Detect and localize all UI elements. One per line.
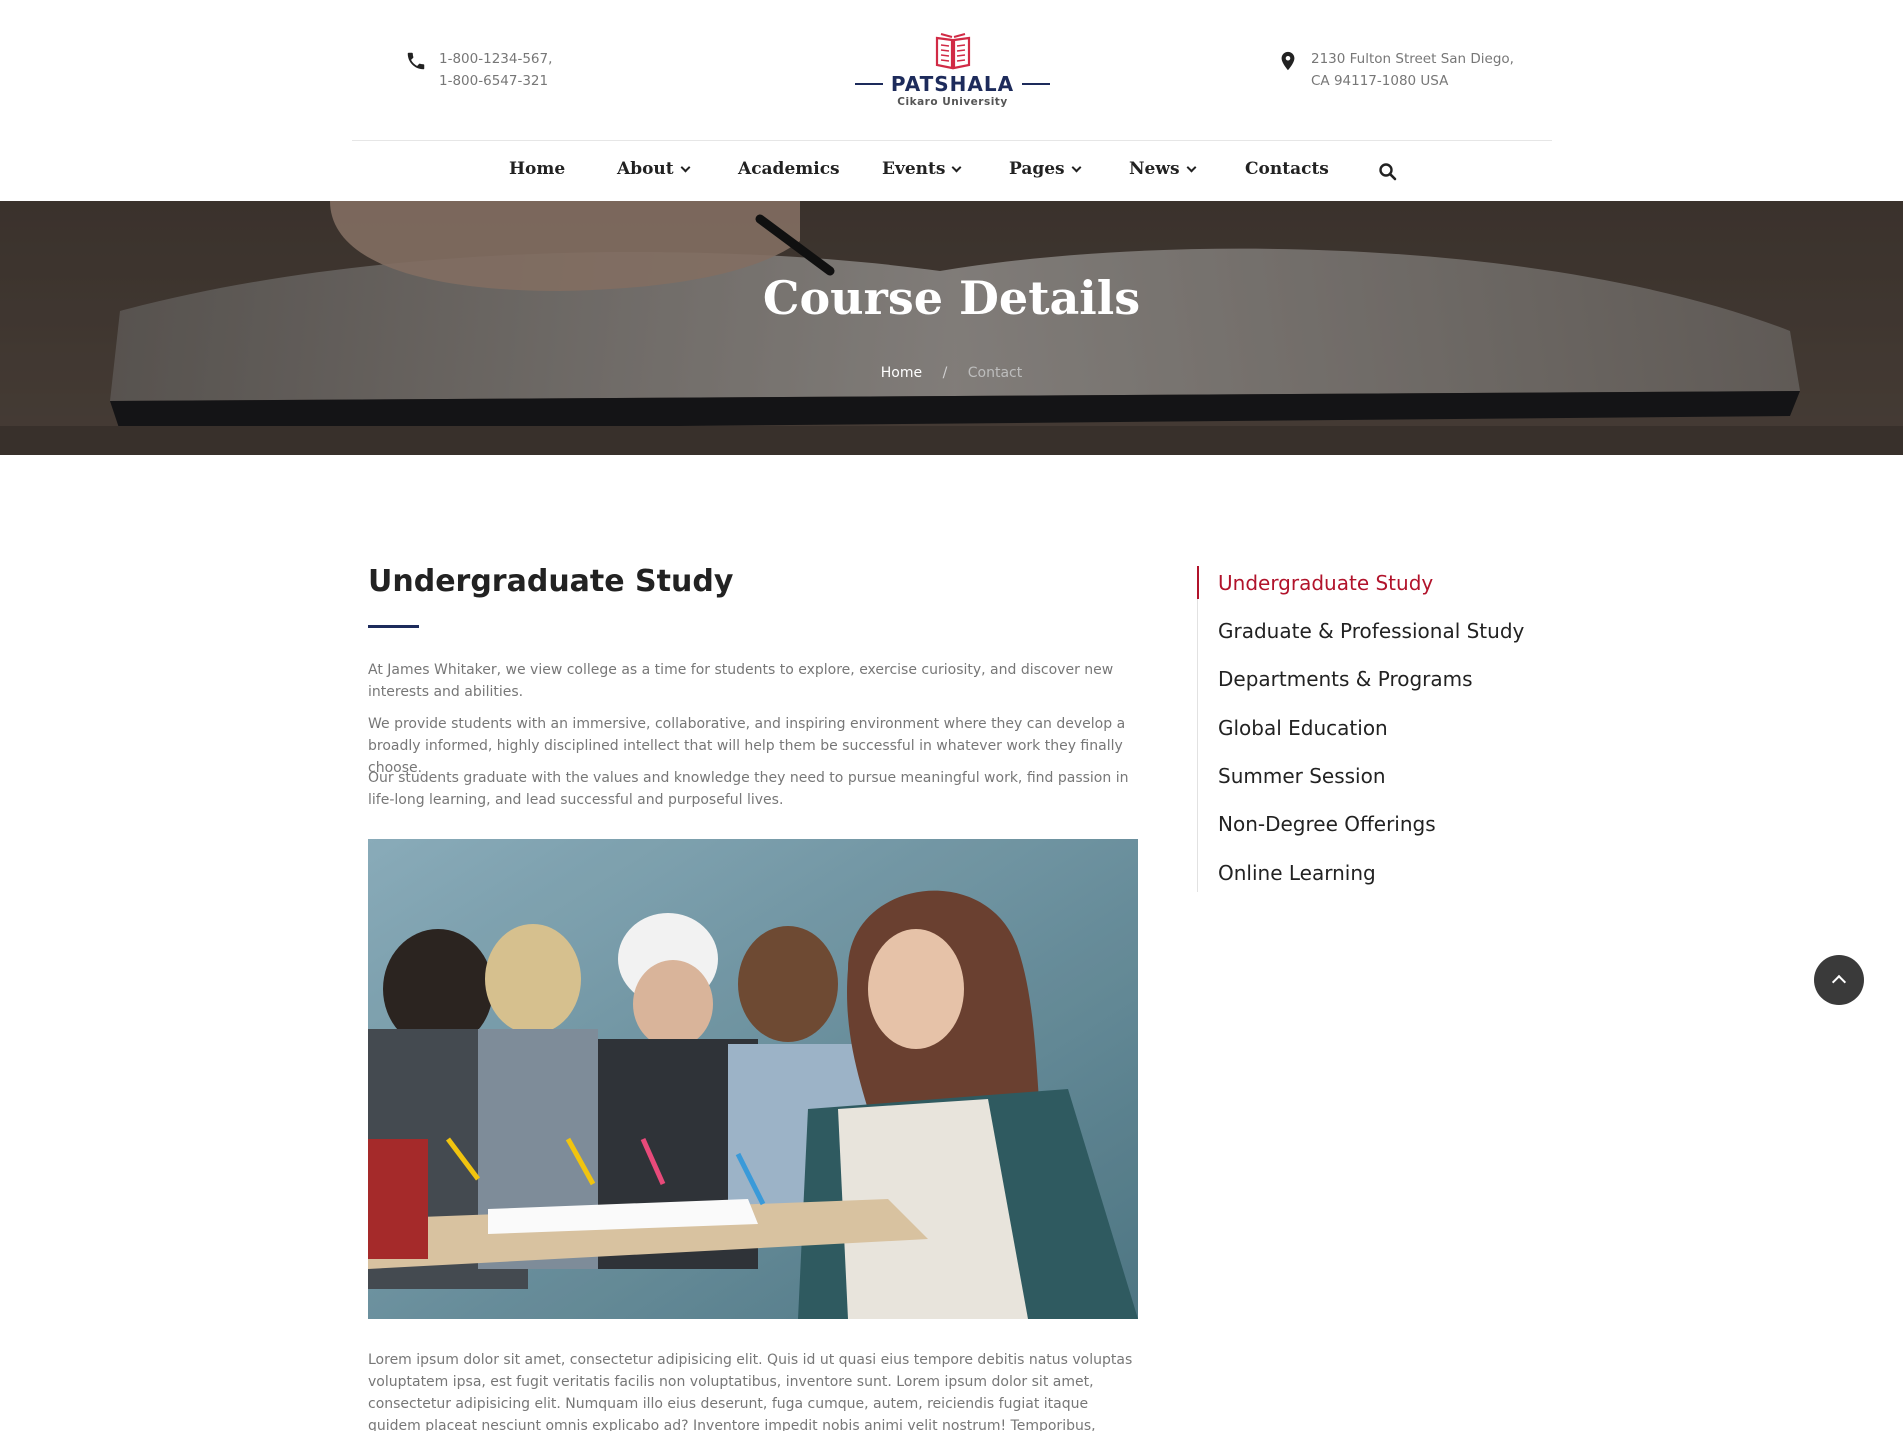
intro-paragraph-3: Our students graduate with the values an… xyxy=(368,770,1129,808)
nav-item-pages[interactable]: Pages xyxy=(1009,159,1082,179)
nav-label: Academics xyxy=(738,159,840,179)
nav-label: Home xyxy=(509,159,566,179)
main-nav: Home About Academics Events Pages News C… xyxy=(0,141,1903,201)
nav-item-events[interactable]: Events xyxy=(882,159,962,179)
search-icon[interactable] xyxy=(1378,162,1398,182)
logo-rule-left xyxy=(855,83,883,85)
sidebar-item-online-learning[interactable]: Online Learning xyxy=(1218,861,1376,885)
body-text: Lorem ipsum dolor sit amet, consectetur … xyxy=(368,1352,1133,1431)
header-address: 2130 Fulton Street San Diego, CA 94117-1… xyxy=(1277,48,1514,92)
chevron-down-icon xyxy=(680,162,691,172)
page-hero: Course Details Home / Contact xyxy=(0,201,1903,455)
breadcrumb: Home / Contact xyxy=(0,365,1903,381)
students-photo-illustration xyxy=(368,839,1138,1319)
sidebar-item-summer-session[interactable]: Summer Session xyxy=(1218,764,1386,788)
header: 1-800-1234-567, 1-800-6547-321 PATSHALA … xyxy=(0,0,1903,141)
logo-name: PATSHALA xyxy=(890,72,1015,96)
nav-item-news[interactable]: News xyxy=(1129,159,1197,179)
nav-item-home[interactable]: Home xyxy=(509,159,565,179)
phone-numbers: 1-800-1234-567, 1-800-6547-321 xyxy=(439,48,552,92)
address-text: 2130 Fulton Street San Diego, CA 94117-1… xyxy=(1311,48,1514,92)
breadcrumb-home-link[interactable]: Home xyxy=(881,365,922,381)
sidebar-item-graduate-professional-study[interactable]: Graduate & Professional Study xyxy=(1218,619,1524,643)
nav-label: News xyxy=(1129,159,1180,179)
chevron-down-icon xyxy=(1186,162,1197,172)
hero-overlay xyxy=(0,201,1903,455)
logo-rule-right xyxy=(1022,83,1050,85)
header-phone: 1-800-1234-567, 1-800-6547-321 xyxy=(405,48,552,92)
back-to-top-button[interactable] xyxy=(1814,955,1864,1005)
nav-item-about[interactable]: About xyxy=(617,159,691,179)
sidebar-item-undergraduate-study[interactable]: Undergraduate Study xyxy=(1218,571,1433,595)
phone-icon xyxy=(407,52,425,70)
title-underline xyxy=(368,625,419,628)
course-sidebar: Undergraduate Study Graduate & Professio… xyxy=(1197,566,1597,892)
sidebar-item-departments-programs[interactable]: Departments & Programs xyxy=(1218,667,1473,691)
logo-wordmark: PATSHALA xyxy=(855,72,1050,96)
logo-tagline: Cikaro University xyxy=(897,96,1008,108)
site-logo[interactable]: PATSHALA Cikaro University xyxy=(855,30,1050,114)
address-line-1: 2130 Fulton Street San Diego, xyxy=(1311,51,1514,67)
phone-line-1: 1-800-1234-567, xyxy=(439,51,553,67)
nav-label: Contacts xyxy=(1245,159,1329,179)
sidebar-item-global-education[interactable]: Global Education xyxy=(1218,716,1388,740)
sidebar-active-indicator xyxy=(1197,566,1199,599)
nav-label: Pages xyxy=(1009,159,1065,179)
chevron-up-icon xyxy=(1831,974,1847,990)
breadcrumb-current: Contact xyxy=(967,365,1023,381)
students-photo xyxy=(368,839,1138,1319)
section-title: Undergraduate Study xyxy=(368,564,734,599)
nav-label: Events xyxy=(882,159,946,179)
page-title: Course Details xyxy=(762,271,1141,325)
breadcrumb-separator: / xyxy=(942,365,948,381)
chevron-down-icon xyxy=(951,162,962,172)
nav-label: About xyxy=(617,159,674,179)
open-book-icon xyxy=(935,33,970,70)
sidebar-item-non-degree-offerings[interactable]: Non-Degree Offerings xyxy=(1218,812,1436,836)
map-pin-icon xyxy=(1281,51,1295,71)
chevron-down-icon xyxy=(1071,162,1082,172)
phone-line-2: 1-800-6547-321 xyxy=(439,73,549,89)
intro-paragraph-1: At James Whitaker, we view college as a … xyxy=(368,662,1114,700)
address-line-2: CA 94117-1080 USA xyxy=(1311,73,1449,89)
nav-item-academics[interactable]: Academics xyxy=(738,159,840,179)
nav-item-contacts[interactable]: Contacts xyxy=(1245,159,1329,179)
